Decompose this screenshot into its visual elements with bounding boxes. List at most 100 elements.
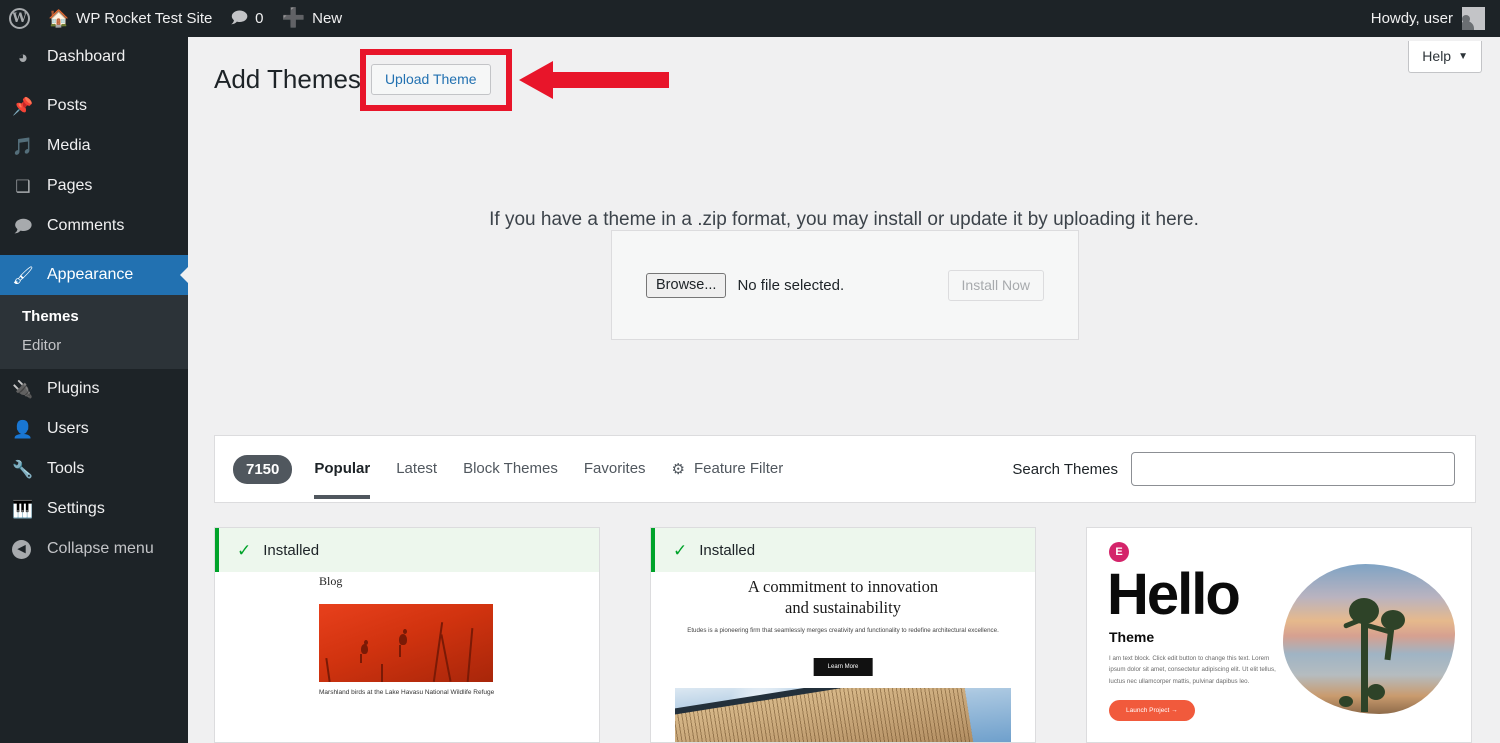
theme-results-grid: Blog Marshland birds at the Lake Havasu …: [214, 527, 1476, 743]
sidebar-item-label: Media: [47, 137, 91, 154]
wrench-icon: 🔧: [12, 459, 34, 479]
admin-bar: W 🏠 WP Rocket Test Site 🗩 0 ➕ New Howdy,…: [0, 0, 1500, 37]
comment-bubble-icon: 🗩: [13, 216, 33, 236]
admin-sidebar: ◕ Dashboard 📌 Posts 🎵 Media ❑ Pages 🗩 Co…: [0, 37, 188, 743]
status-badge: ✓ Installed: [215, 528, 599, 572]
search-themes-label: Search Themes: [1012, 460, 1118, 478]
avatar: [1462, 7, 1485, 30]
comments-menu[interactable]: 🗩 0: [221, 0, 272, 37]
page-title: Add Themes: [214, 64, 361, 94]
new-label: New: [312, 10, 343, 27]
tab-latest[interactable]: Latest: [396, 439, 437, 499]
theme-preview-heading-line1: A commitment to innovation: [747, 577, 939, 596]
help-toggle-button[interactable]: Help ▼: [1408, 41, 1482, 73]
sidebar-item-label: Settings: [47, 500, 105, 517]
theme-card[interactable]: E Hello Theme I am text block. Click edi…: [1086, 527, 1472, 743]
pin-icon: 📌: [12, 96, 34, 116]
home-icon: 🏠: [48, 9, 70, 28]
theme-search: Search Themes: [1012, 452, 1455, 486]
theme-screenshot: E Hello Theme I am text block. Click edi…: [1087, 528, 1471, 742]
install-now-button[interactable]: Install Now: [947, 269, 1044, 301]
media-icon: 🎵: [12, 136, 34, 156]
theme-preview-subhead: Theme: [1109, 629, 1155, 645]
sidebar-item-plugins[interactable]: 🔌 Plugins: [0, 369, 188, 409]
status-label: Installed: [699, 541, 756, 559]
sidebar-item-settings[interactable]: 🎹 Settings: [0, 489, 188, 529]
theme-preview-image: [1283, 564, 1455, 714]
sidebar-item-tools[interactable]: 🔧 Tools: [0, 449, 188, 489]
dashboard-icon: ◕: [17, 47, 29, 67]
feature-filter-button[interactable]: ⚙ Feature Filter: [672, 439, 784, 500]
chevron-down-icon: ▼: [1458, 50, 1468, 62]
appearance-submenu: Themes Editor: [0, 295, 188, 369]
upload-theme-button[interactable]: Upload Theme: [370, 64, 491, 96]
sidebar-item-label: Pages: [47, 177, 93, 194]
sidebar-item-posts[interactable]: 📌 Posts: [0, 86, 188, 126]
account-menu[interactable]: Howdy, user: [1362, 0, 1494, 37]
theme-preview-body: I am text block. Click edit button to ch…: [1109, 655, 1276, 685]
tab-favorites[interactable]: Favorites: [584, 439, 646, 499]
sidebar-item-label: Comments: [47, 217, 125, 234]
theme-preview-button: Learn More: [813, 658, 873, 676]
elementor-logo-icon: E: [1109, 542, 1129, 562]
sidebar-item-editor[interactable]: Editor: [0, 331, 188, 360]
pages-icon: ❑: [15, 176, 31, 196]
menu-separator: [0, 77, 188, 86]
theme-preview-headline: Hello: [1107, 562, 1241, 627]
sidebar-item-label: Posts: [47, 97, 88, 114]
theme-card[interactable]: Blog Marshland birds at the Lake Havasu …: [214, 527, 600, 743]
theme-preview-heading: A commitment to innovation and sustainab…: [651, 576, 1035, 618]
feature-filter-label: Feature Filter: [694, 460, 784, 477]
theme-preview-image: [319, 604, 493, 682]
sliders-icon: 🎹: [12, 499, 34, 519]
user-icon: 👤: [12, 419, 34, 439]
theme-card[interactable]: A commitment to innovation and sustainab…: [650, 527, 1036, 743]
sidebar-item-themes[interactable]: Themes: [0, 302, 188, 331]
sidebar-item-appearance[interactable]: 🖌 Appearance: [0, 255, 188, 295]
gear-icon: ⚙: [671, 460, 685, 478]
howdy-label: Howdy, user: [1370, 10, 1453, 27]
wordpress-logo-icon: W: [9, 8, 30, 29]
sidebar-item-media[interactable]: 🎵 Media: [0, 126, 188, 166]
selected-file-label: No file selected.: [737, 276, 845, 294]
comment-bubble-icon: 🗩: [230, 9, 249, 27]
collapse-arrow-icon: ◀: [12, 539, 34, 559]
browse-file-button[interactable]: Browse...: [646, 272, 727, 298]
upload-instructions: If you have a theme in a .zip format, yo…: [489, 209, 1199, 230]
theme-preview-image: [675, 688, 1011, 742]
site-name-menu[interactable]: 🏠 WP Rocket Test Site: [39, 0, 221, 37]
theme-filter-bar: 7150 Popular Latest Block Themes Favorit…: [214, 435, 1476, 503]
sidebar-item-dashboard[interactable]: ◕ Dashboard: [0, 37, 188, 77]
search-themes-input[interactable]: [1131, 452, 1455, 486]
help-label: Help: [1422, 48, 1452, 64]
plus-icon: ➕: [281, 8, 306, 29]
sidebar-item-pages[interactable]: ❑ Pages: [0, 166, 188, 206]
wordpress-logo-menu[interactable]: W: [0, 0, 39, 37]
paintbrush-icon: 🖌: [12, 265, 34, 285]
menu-separator: [0, 246, 188, 255]
theme-count-badge: 7150: [233, 454, 293, 484]
plug-icon: 🔌: [12, 379, 34, 399]
theme-preview-button: Launch Project →: [1109, 700, 1195, 721]
page-header: Add Themes Upload Theme: [214, 63, 491, 97]
theme-preview-caption: Marshland birds at the Lake Havasu Natio…: [319, 689, 495, 696]
status-label: Installed: [263, 541, 320, 559]
sidebar-item-label: Plugins: [47, 380, 100, 397]
sidebar-item-label: Appearance: [47, 266, 134, 283]
collapse-menu-label: Collapse menu: [47, 540, 154, 557]
new-content-menu[interactable]: ➕ New: [272, 0, 351, 37]
site-name-label: WP Rocket Test Site: [76, 10, 213, 27]
tab-popular[interactable]: Popular: [314, 439, 370, 499]
collapse-menu-button[interactable]: ◀ Collapse menu: [0, 529, 188, 569]
sidebar-item-label: Tools: [47, 460, 85, 477]
sidebar-item-users[interactable]: 👤 Users: [0, 409, 188, 449]
checkmark-icon: ✓: [237, 540, 252, 560]
checkmark-icon: ✓: [673, 540, 688, 560]
main-content: Help ▼ Add Themes Upload Theme If you ha…: [188, 37, 1500, 743]
sidebar-item-label: Users: [47, 420, 89, 437]
sidebar-item-comments[interactable]: 🗩 Comments: [0, 206, 188, 246]
tab-block-themes[interactable]: Block Themes: [463, 439, 558, 499]
comments-count: 0: [255, 10, 264, 27]
theme-upload-panel: Browse... No file selected. Install Now: [611, 230, 1079, 340]
sidebar-item-label: Dashboard: [47, 48, 126, 65]
